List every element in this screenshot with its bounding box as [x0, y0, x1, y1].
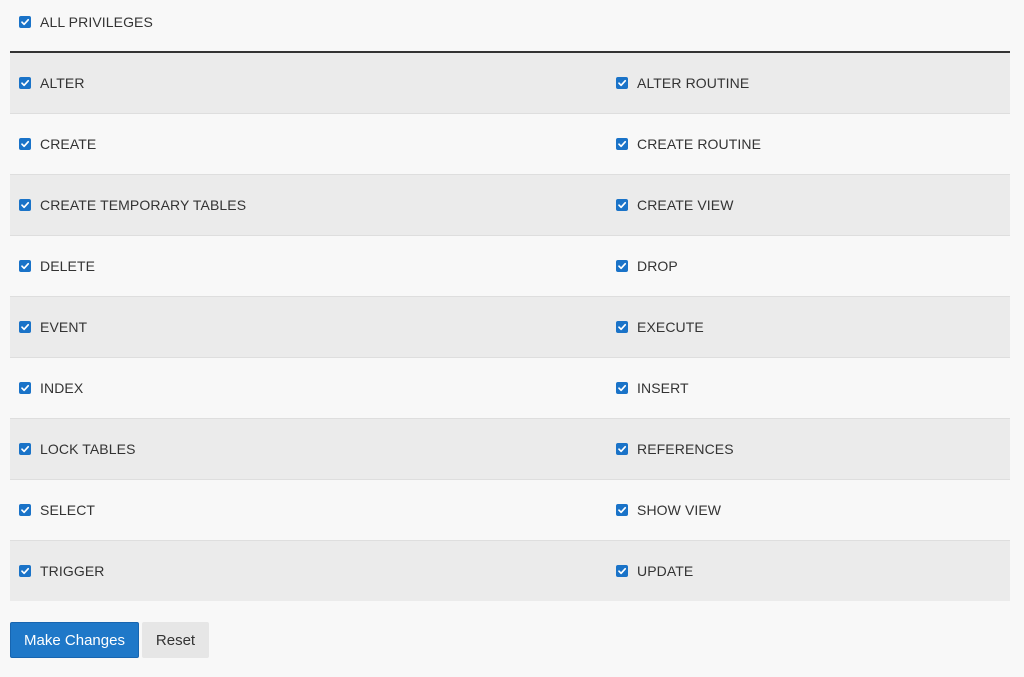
privilege-row: DELETE DROP — [10, 236, 1010, 297]
privilege-label: EXECUTE — [637, 319, 704, 335]
privilege-label: DELETE — [40, 258, 96, 274]
privilege-checkbox[interactable] — [616, 77, 628, 89]
checkmark-icon — [21, 384, 30, 392]
reset-button[interactable]: Reset — [142, 622, 209, 658]
privilege-label: CREATE ROUTINE — [637, 136, 762, 152]
all-privileges-row[interactable]: ALL PRIVILEGES — [10, 8, 1010, 36]
privilege-checkbox[interactable] — [616, 565, 628, 577]
all-privileges-label: ALL PRIVILEGES — [40, 14, 153, 30]
checkmark-icon — [21, 506, 30, 514]
privilege-option[interactable]: SHOW VIEW — [607, 480, 1010, 540]
privilege-checkbox[interactable] — [19, 565, 31, 577]
privilege-checkbox[interactable] — [19, 260, 31, 272]
privilege-checkbox[interactable] — [616, 138, 628, 150]
privilege-label: SELECT — [40, 502, 96, 518]
checkmark-icon — [21, 445, 30, 453]
privilege-option[interactable]: SELECT — [10, 480, 607, 540]
privilege-row: SELECT SHOW VIEW — [10, 480, 1010, 541]
privilege-label: LOCK TABLES — [40, 441, 136, 457]
privilege-label: CREATE VIEW — [637, 197, 734, 213]
privilege-option[interactable]: EXECUTE — [607, 297, 1010, 357]
privilege-row: INDEX INSERT — [10, 358, 1010, 419]
privilege-option[interactable]: ALTER ROUTINE — [607, 53, 1010, 113]
privilege-row: EVENT EXECUTE — [10, 297, 1010, 358]
checkmark-icon — [618, 201, 627, 209]
checkmark-icon — [618, 79, 627, 87]
privilege-row: CREATE CREATE ROUTINE — [10, 114, 1010, 175]
privilege-option[interactable]: CREATE VIEW — [607, 175, 1010, 235]
privilege-checkbox[interactable] — [616, 504, 628, 516]
privilege-option[interactable]: DELETE — [10, 236, 607, 296]
privilege-option[interactable]: REFERENCES — [607, 419, 1010, 479]
privilege-checkbox[interactable] — [19, 199, 31, 211]
checkmark-icon — [21, 140, 30, 148]
privilege-row: TRIGGER UPDATE — [10, 541, 1010, 601]
checkmark-icon — [618, 506, 627, 514]
checkmark-icon — [618, 140, 627, 148]
privilege-checkbox[interactable] — [19, 321, 31, 333]
privilege-option[interactable]: EVENT — [10, 297, 607, 357]
privilege-checkbox[interactable] — [616, 382, 628, 394]
checkmark-icon — [21, 201, 30, 209]
privilege-checkbox[interactable] — [19, 77, 31, 89]
privilege-checkbox[interactable] — [19, 504, 31, 516]
privilege-label: REFERENCES — [637, 441, 734, 457]
privilege-row: ALTER ALTER ROUTINE — [10, 53, 1010, 114]
privilege-option[interactable]: CREATE ROUTINE — [607, 114, 1010, 174]
checkmark-icon — [618, 262, 627, 270]
privilege-option[interactable]: INSERT — [607, 358, 1010, 418]
checkmark-icon — [618, 323, 627, 331]
make-changes-button[interactable]: Make Changes — [10, 622, 139, 658]
privilege-checkbox[interactable] — [19, 382, 31, 394]
privilege-row: CREATE TEMPORARY TABLES CREATE VIEW — [10, 175, 1010, 236]
privilege-option[interactable]: INDEX — [10, 358, 607, 418]
privilege-option[interactable]: UPDATE — [607, 541, 1010, 601]
checkmark-icon — [21, 323, 30, 331]
privilege-label: ALTER ROUTINE — [637, 75, 750, 91]
privilege-option[interactable]: ALTER — [10, 53, 607, 113]
privilege-option[interactable]: CREATE — [10, 114, 607, 174]
checkmark-icon — [21, 567, 30, 575]
privilege-label: SHOW VIEW — [637, 502, 722, 518]
checkmark-icon — [618, 567, 627, 575]
privilege-checkbox[interactable] — [19, 138, 31, 150]
privilege-option[interactable]: DROP — [607, 236, 1010, 296]
all-privileges-checkbox[interactable] — [19, 16, 31, 28]
privileges-table: ALTER ALTER ROUTINE CREATE CREATE ROUTINE CR… — [10, 53, 1010, 601]
privilege-label: TRIGGER — [40, 563, 105, 579]
privilege-option[interactable]: CREATE TEMPORARY TABLES — [10, 175, 607, 235]
privilege-checkbox[interactable] — [616, 321, 628, 333]
privilege-checkbox[interactable] — [616, 260, 628, 272]
privilege-label: EVENT — [40, 319, 88, 335]
privilege-option[interactable]: TRIGGER — [10, 541, 607, 601]
checkmark-icon — [618, 384, 627, 392]
checkmark-icon — [21, 262, 30, 270]
privilege-label: ALTER — [40, 75, 85, 91]
privilege-checkbox[interactable] — [616, 199, 628, 211]
checkmark-icon — [21, 18, 30, 26]
checkmark-icon — [21, 79, 30, 87]
privilege-label: CREATE — [40, 136, 97, 152]
privilege-label: CREATE TEMPORARY TABLES — [40, 197, 247, 213]
privilege-checkbox[interactable] — [616, 443, 628, 455]
checkmark-icon — [618, 445, 627, 453]
privilege-label: DROP — [637, 258, 678, 274]
privilege-row: LOCK TABLES REFERENCES — [10, 419, 1010, 480]
privilege-label: INDEX — [40, 380, 84, 396]
privilege-option[interactable]: LOCK TABLES — [10, 419, 607, 479]
privilege-label: UPDATE — [637, 563, 694, 579]
privilege-checkbox[interactable] — [19, 443, 31, 455]
privilege-label: INSERT — [637, 380, 689, 396]
